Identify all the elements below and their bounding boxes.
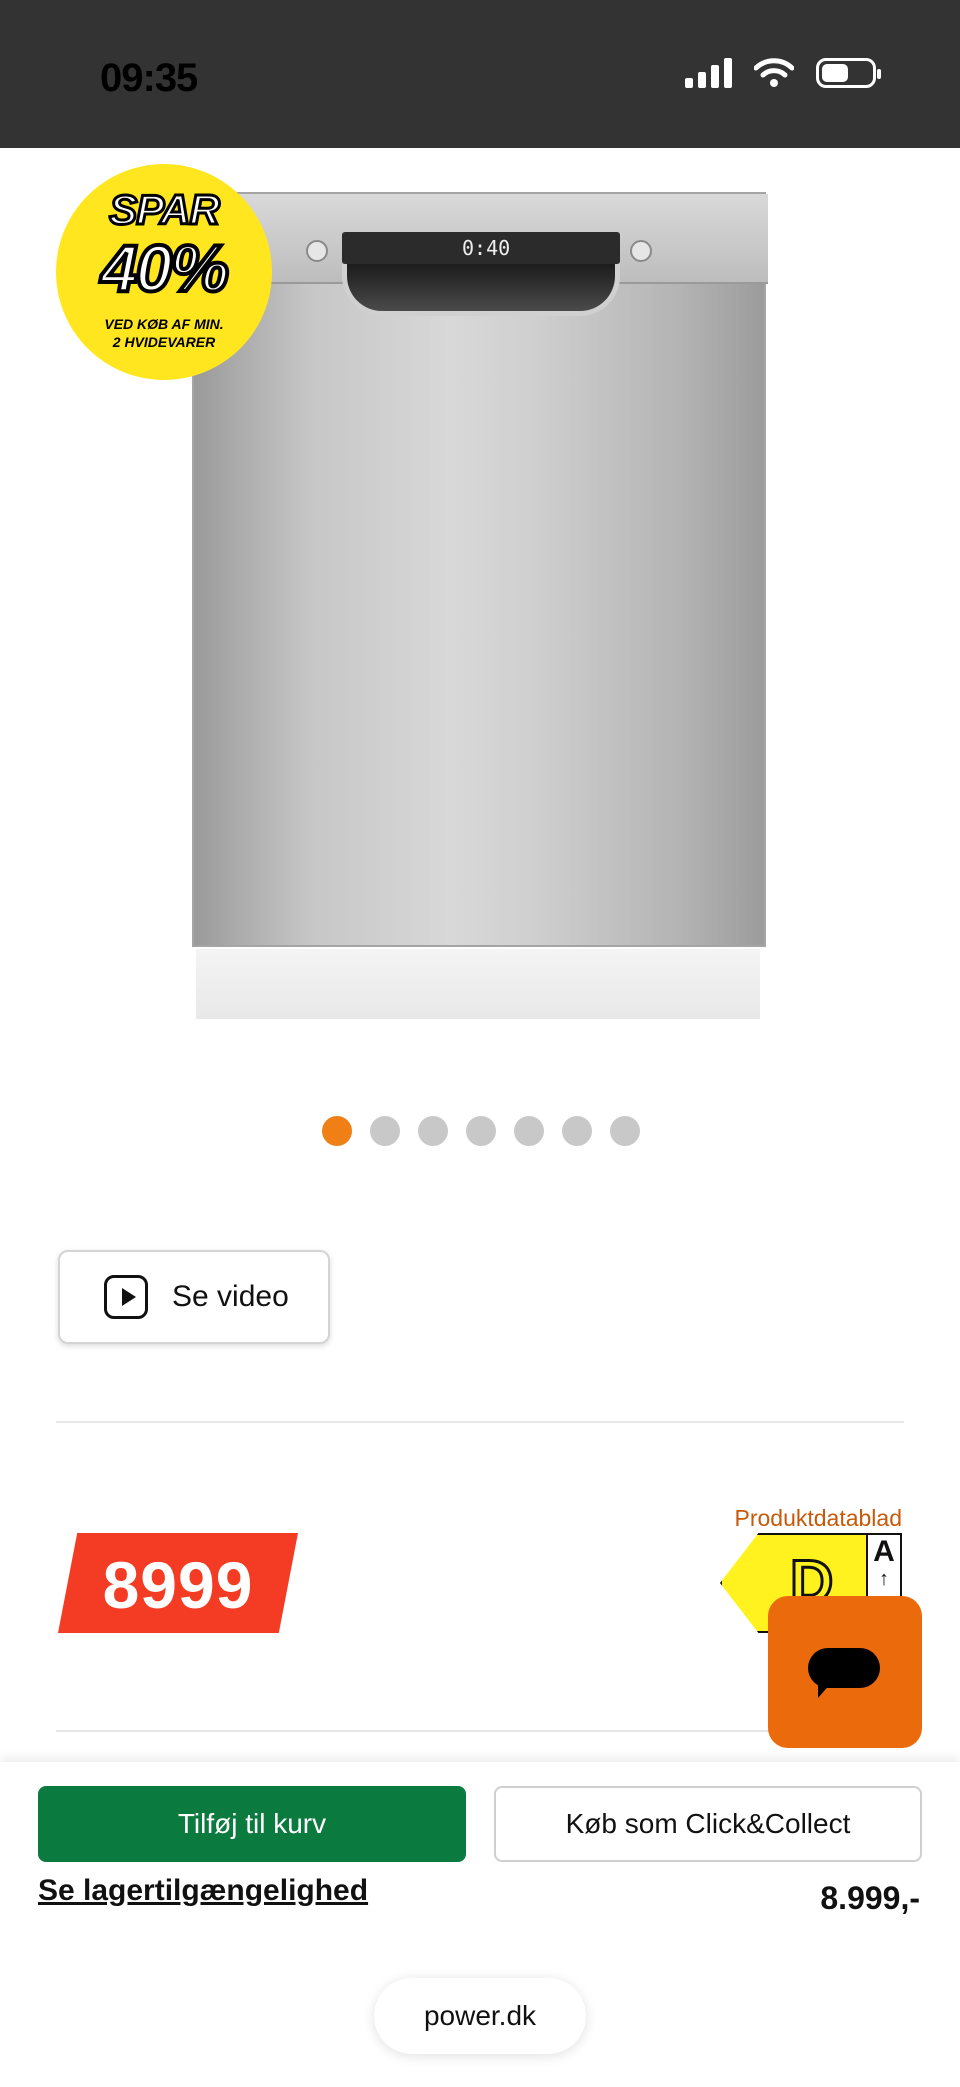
add-to-cart-button[interactable]: Tilføj til kurv <box>38 1786 466 1862</box>
price-value: 8999 <box>102 1548 254 1622</box>
status-icons <box>685 58 881 88</box>
kick-plate <box>196 949 760 1019</box>
stock-availability-link[interactable]: Se lagertilgængelighed <box>38 1874 368 1908</box>
power-knob <box>306 240 328 262</box>
price-tag: 8999 <box>58 1533 298 1633</box>
battery-icon <box>816 58 881 88</box>
carousel-dots <box>322 1116 640 1146</box>
promo-badge: SPAR 40% VED KØB AF MIN. 2 HVIDEVARER <box>56 164 272 380</box>
product-datasheet-link[interactable]: Produktdatablad <box>734 1505 902 1532</box>
carousel-dot[interactable] <box>514 1116 544 1146</box>
promo-headline: SPAR <box>108 185 222 235</box>
click-collect-button[interactable]: Køb som Click&Collect <box>494 1786 922 1862</box>
carousel-dot[interactable] <box>418 1116 448 1146</box>
carousel-dot[interactable] <box>466 1116 496 1146</box>
energy-scale-top: A <box>873 1535 895 1568</box>
carousel-dot[interactable] <box>370 1116 400 1146</box>
video-button-label: Se video <box>172 1280 289 1313</box>
product-image[interactable]: 0:40 <box>192 192 768 1020</box>
cellular-signal-icon <box>685 58 732 88</box>
carousel-dot[interactable] <box>322 1116 352 1146</box>
promo-discount: 40% <box>99 229 231 307</box>
promo-condition-line1: VED KØB AF MIN. <box>104 316 224 332</box>
browser-url-bar[interactable]: power.dk <box>374 1978 586 2054</box>
display-panel: 0:40 <box>342 232 620 264</box>
bottom-price: 8.999,- <box>820 1880 920 1916</box>
carousel-dot[interactable] <box>610 1116 640 1146</box>
arrow-up-icon: ↑ <box>879 1568 889 1590</box>
status-bar: 09:35 <box>0 0 960 148</box>
dishwasher-front: 0:40 <box>192 192 768 947</box>
promo-condition-line2: 2 HVIDEVARER <box>112 334 216 350</box>
start-knob <box>630 240 652 262</box>
wifi-icon <box>754 58 794 87</box>
carousel-dot[interactable] <box>562 1116 592 1146</box>
display-readout: 0:40 <box>462 236 511 260</box>
chat-button[interactable] <box>768 1596 922 1748</box>
divider <box>56 1421 904 1423</box>
chat-bubble-icon <box>808 1648 880 1698</box>
door-handle <box>342 264 620 316</box>
play-icon <box>104 1275 148 1319</box>
video-button[interactable]: Se video <box>58 1250 330 1344</box>
status-time: 09:35 <box>100 56 198 100</box>
